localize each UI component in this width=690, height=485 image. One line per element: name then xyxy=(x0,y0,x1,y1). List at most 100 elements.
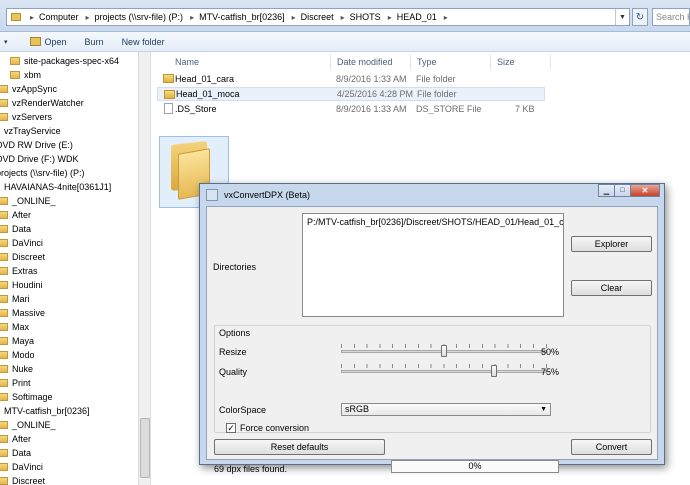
status-text: 69 dpx files found. xyxy=(214,464,288,474)
nav-item-label: Softimage xyxy=(12,391,53,402)
resize-slider[interactable] xyxy=(341,344,547,358)
colorspace-label: ColorSpace xyxy=(219,405,267,415)
breadcrumb-mtv-catfish[interactable]: MTV-catfish_br[0236] xyxy=(199,12,285,22)
nav-scrollbar[interactable] xyxy=(138,52,150,485)
nav-item[interactable]: Maya xyxy=(0,334,34,347)
file-date: 8/9/2016 1:33 AM xyxy=(336,74,407,84)
slider-groove xyxy=(341,370,547,373)
file-name: Head_01_cara xyxy=(175,74,235,84)
nav-item[interactable]: After xyxy=(0,208,31,221)
force-conversion-label[interactable]: Force conversion xyxy=(240,422,309,434)
directories-list[interactable]: P:/MTV-catfish_br[0236]/Discreet/SHOTS/H… xyxy=(302,213,564,317)
nav-item[interactable]: Extras xyxy=(0,264,38,277)
force-conversion-checkbox[interactable]: ✓ xyxy=(226,423,236,433)
app-icon xyxy=(206,189,218,201)
file-name: .DS_Store xyxy=(175,104,217,114)
chevron-right-icon: ▸ xyxy=(387,12,392,22)
convert-button[interactable]: Convert xyxy=(571,439,652,455)
nav-item[interactable]: Houdini xyxy=(0,278,43,291)
colorspace-select[interactable]: sRGB ▼ xyxy=(341,403,551,416)
dialog-title-bar[interactable]: vxConvertDPX (Beta) ▁ □ ✕ xyxy=(200,184,664,206)
nav-item-label: xbm xyxy=(24,69,42,80)
file-row[interactable]: .DS_Store 8/9/2016 1:33 AM DS_STORE File… xyxy=(157,102,545,116)
nav-item[interactable]: _ONLINE_ xyxy=(0,418,56,431)
nav-item[interactable]: Max xyxy=(0,320,29,333)
nav-item[interactable]: HAVAIANAS-4nite[0361J1] xyxy=(4,180,111,193)
nav-item[interactable]: Discreet xyxy=(0,250,45,263)
quality-label: Quality xyxy=(219,367,248,377)
nav-item[interactable]: DVD Drive (F:) WDK xyxy=(0,152,79,165)
nav-item-label: _ONLINE_ xyxy=(12,419,56,430)
file-date: 4/25/2016 4:28 PM xyxy=(337,89,414,99)
nav-item[interactable]: Discreet xyxy=(0,474,45,485)
folder-icon xyxy=(0,350,8,359)
nav-item[interactable]: _ONLINE_ xyxy=(0,194,56,207)
nav-item[interactable]: DaVinci xyxy=(0,236,43,249)
nav-item[interactable]: projects (\\srv-file) (P:) xyxy=(0,166,85,179)
column-header-name[interactable]: Name xyxy=(169,54,331,70)
nav-item[interactable]: xbm xyxy=(10,68,41,81)
breadcrumb-head01[interactable]: HEAD_01 xyxy=(397,12,437,22)
organize-button[interactable]: ▾ xyxy=(4,38,8,46)
quality-slider[interactable] xyxy=(341,364,547,378)
breadcrumb-projects[interactable]: projects (\\srv-file) (P:) xyxy=(95,12,184,22)
folder-icon xyxy=(0,196,8,205)
maximize-icon[interactable]: □ xyxy=(614,184,631,197)
refresh-icon[interactable]: ↻ xyxy=(632,8,648,26)
file-type: File folder xyxy=(417,89,457,99)
nav-item[interactable]: DVD RW Drive (E:) xyxy=(0,138,73,151)
progress-bar: 0% xyxy=(391,460,559,473)
new-folder-button[interactable]: New folder xyxy=(122,37,165,47)
column-header-type[interactable]: Type xyxy=(411,54,491,70)
folder-icon xyxy=(0,476,8,485)
column-header-size[interactable]: Size xyxy=(491,54,551,70)
nav-item[interactable]: vzServers xyxy=(0,110,52,123)
nav-item-label: vzServers xyxy=(12,111,53,122)
nav-item[interactable]: vzTrayService xyxy=(4,124,61,137)
nav-item-label: Massive xyxy=(12,307,46,318)
nav-item[interactable]: Mari xyxy=(0,292,30,305)
nav-item-label: Modo xyxy=(12,349,35,360)
chevron-right-icon: ▸ xyxy=(85,12,90,22)
nav-item-label: Data xyxy=(12,223,32,234)
nav-item[interactable]: Nuke xyxy=(0,362,33,375)
breadcrumb-discreet[interactable]: Discreet xyxy=(301,12,334,22)
directory-path[interactable]: P:/MTV-catfish_br[0236]/Discreet/SHOTS/H… xyxy=(307,217,563,227)
breadcrumb-shots[interactable]: SHOTS xyxy=(350,12,381,22)
nav-item[interactable]: Softimage xyxy=(0,390,53,403)
clear-button[interactable]: Clear xyxy=(571,280,652,296)
nav-item[interactable]: vzAppSync xyxy=(0,82,57,95)
address-bar[interactable]: ▸ Computer ▸ projects (\\srv-file) (P:) … xyxy=(6,8,630,26)
open-folder-icon xyxy=(29,37,41,46)
address-dropdown-icon[interactable]: ▼ xyxy=(615,9,629,25)
burn-button[interactable]: Burn xyxy=(85,37,104,47)
nav-item[interactable]: Print xyxy=(0,376,31,389)
open-button[interactable]: Open xyxy=(29,37,67,47)
search-input[interactable]: Search H xyxy=(652,8,690,26)
file-row[interactable]: Head_01_cara 8/9/2016 1:33 AM File folde… xyxy=(157,72,545,86)
file-row-selected[interactable]: Head_01_moca 4/25/2016 4:28 PM File fold… xyxy=(157,87,545,101)
nav-item[interactable]: Data xyxy=(0,222,31,235)
nav-item[interactable]: Data xyxy=(0,446,31,459)
slider-handle[interactable] xyxy=(491,365,497,377)
folder-icon xyxy=(164,90,175,99)
breadcrumb-computer[interactable]: Computer xyxy=(39,12,79,22)
nav-item[interactable]: MTV-catfish_br[0236] xyxy=(4,404,90,417)
nav-item[interactable]: Modo xyxy=(0,348,35,361)
scrollbar-thumb[interactable] xyxy=(140,418,150,478)
reset-defaults-button[interactable]: Reset defaults xyxy=(214,439,385,455)
nav-item[interactable]: vzRenderWatcher xyxy=(0,96,84,109)
nav-item[interactable]: DaVinci xyxy=(0,460,43,473)
nav-item[interactable]: After xyxy=(0,432,31,445)
folder-icon xyxy=(0,364,8,373)
folder-icon xyxy=(0,280,8,289)
nav-item[interactable]: Massive xyxy=(0,306,45,319)
folder-icon xyxy=(0,392,8,401)
chevron-right-icon: ▸ xyxy=(443,12,448,22)
column-header-date[interactable]: Date modified xyxy=(331,54,411,70)
nav-item[interactable]: site-packages-spec-x64 xyxy=(10,54,119,67)
minimize-icon[interactable]: ▁ xyxy=(598,184,615,197)
slider-handle[interactable] xyxy=(441,345,447,357)
close-icon[interactable]: ✕ xyxy=(630,184,660,197)
explorer-button[interactable]: Explorer xyxy=(571,236,652,252)
